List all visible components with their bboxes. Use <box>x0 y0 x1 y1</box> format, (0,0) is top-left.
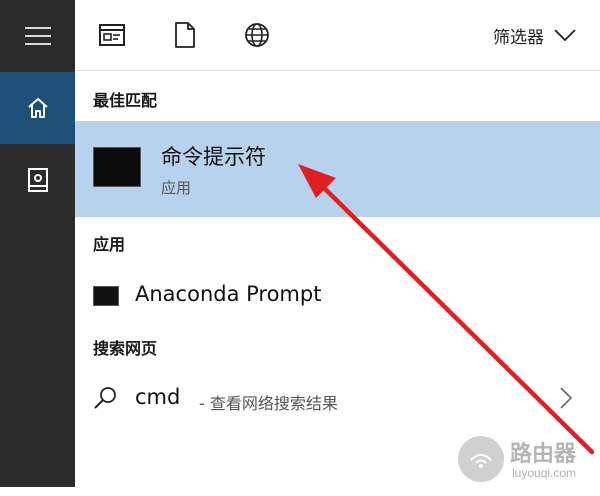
menu-button[interactable] <box>0 0 75 72</box>
chevron-down-icon <box>554 29 576 41</box>
search-results: 最佳匹配 命令提示符 应用 应用 Anaconda Prompt 搜索网页 cm… <box>75 71 600 487</box>
hamburger-menu-icon <box>24 27 51 45</box>
section-web: 搜索网页 <box>93 339 158 358</box>
best-match-result[interactable]: 命令提示符 应用 <box>75 121 600 217</box>
web-filter-button[interactable] <box>242 20 272 50</box>
documents-filter-button[interactable] <box>170 20 200 50</box>
apps-filter-button[interactable] <box>97 20 127 50</box>
web-search-description: - 查看网络搜索结果 <box>199 394 338 413</box>
web-search-query: cmd <box>135 385 181 409</box>
chevron-right-icon[interactable] <box>560 387 572 409</box>
router-icon <box>470 454 492 468</box>
start-left-rail <box>0 0 75 487</box>
home-icon <box>27 98 48 118</box>
anaconda-prompt-icon <box>93 286 119 306</box>
notebook-button[interactable] <box>0 144 75 216</box>
watermark: 路由器 luyouqi.com <box>456 434 596 488</box>
app-result-name: Anaconda Prompt <box>135 282 322 306</box>
section-apps: 应用 <box>93 235 126 254</box>
globe-icon <box>245 23 269 47</box>
command-prompt-icon <box>93 147 141 187</box>
best-match-type: 应用 <box>161 179 192 197</box>
section-best-match: 最佳匹配 <box>93 91 158 110</box>
filter-dropdown[interactable]: 筛选器 <box>493 22 576 48</box>
notebook-icon <box>27 168 48 192</box>
app-result[interactable]: Anaconda Prompt <box>75 275 600 315</box>
document-icon <box>175 22 195 48</box>
search-toolbar: 筛选器 <box>75 0 600 70</box>
best-match-name: 命令提示符 <box>161 145 266 169</box>
bottom-strip <box>0 487 600 496</box>
watermark-logo <box>458 436 504 482</box>
watermark-url: luyouqi.com <box>512 466 577 480</box>
watermark-text: 路由器 <box>510 442 577 467</box>
filter-label: 筛选器 <box>493 27 544 48</box>
app-window-icon <box>99 24 125 46</box>
search-icon <box>94 387 116 409</box>
home-button[interactable] <box>0 72 75 144</box>
web-search-result[interactable]: cmd - 查看网络搜索结果 <box>75 377 600 421</box>
